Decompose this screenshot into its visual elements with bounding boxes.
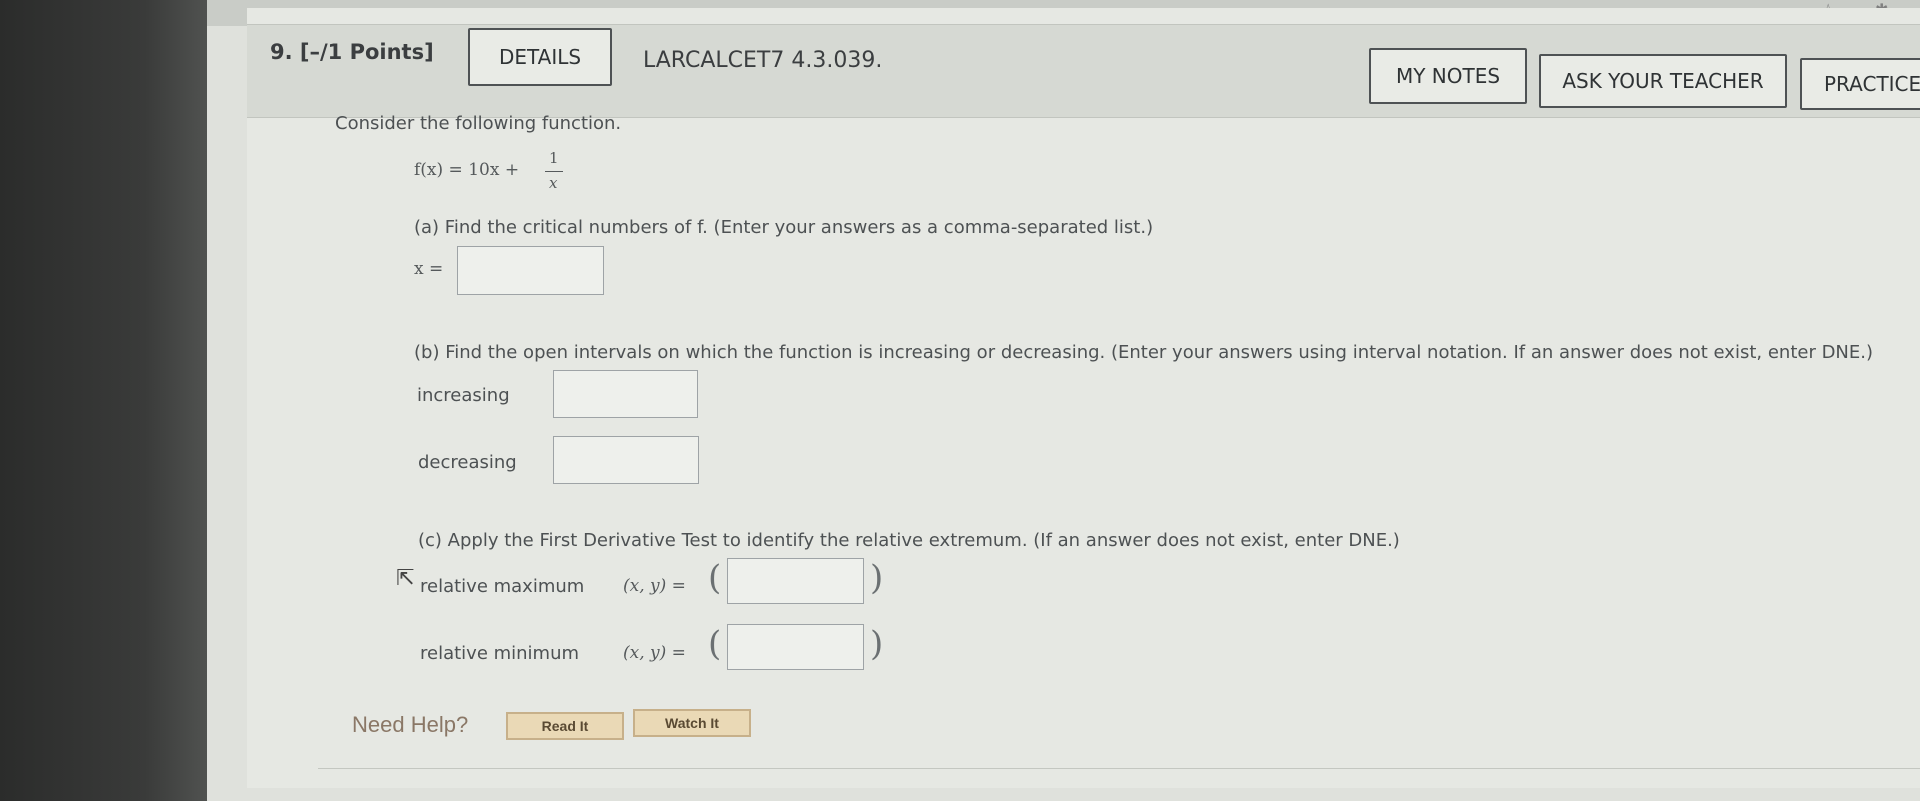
critical-numbers-input[interactable]	[457, 246, 604, 295]
details-button[interactable]: DETAILS	[468, 28, 612, 86]
read-it-button[interactable]: Read It	[506, 712, 624, 740]
relative-minimum-label: relative minimum	[420, 643, 580, 664]
fraction-denominator: x	[549, 174, 558, 192]
need-help-label: Need Help?	[352, 712, 469, 737]
fraction-bar	[545, 171, 563, 172]
question-number: 9. [–/1 Points]	[270, 40, 434, 64]
relative-maximum-label: relative maximum	[420, 576, 585, 597]
increasing-label: increasing	[417, 385, 510, 406]
part-a-prompt: (a) Find the critical numbers of f. (Ent…	[414, 217, 1154, 238]
relative-minimum-xy: (x, y) =	[623, 643, 686, 663]
part-a-label: x =	[414, 259, 444, 279]
relative-maximum-open-paren: (	[708, 558, 722, 598]
relative-maximum-input[interactable]	[727, 558, 864, 604]
function-expression: f(x) = 10x +	[414, 160, 520, 180]
card-divider	[318, 768, 1920, 769]
ask-your-teacher-button[interactable]: ASK YOUR TEACHER	[1539, 54, 1787, 108]
practice-button[interactable]: PRACTICE	[1800, 58, 1920, 110]
relative-minimum-close-paren: )	[870, 624, 884, 664]
increasing-input[interactable]	[553, 370, 698, 418]
relative-minimum-input[interactable]	[727, 624, 864, 670]
question-id: LARCALCET7 4.3.039.	[643, 48, 883, 73]
part-c-prompt: (c) Apply the First Derivative Test to i…	[418, 530, 1400, 551]
relative-maximum-close-paren: )	[870, 558, 884, 598]
decreasing-label: decreasing	[418, 452, 517, 473]
decreasing-input[interactable]	[553, 436, 699, 484]
part-b-prompt: (b) Find the open intervals on which the…	[414, 342, 1874, 363]
arrow-cursor-icon: ⇱	[396, 566, 415, 591]
problem-intro: Consider the following function.	[335, 113, 622, 134]
screen-bezel	[0, 0, 207, 801]
my-notes-button[interactable]: MY NOTES	[1369, 48, 1527, 104]
relative-minimum-open-paren: (	[708, 624, 722, 664]
relative-maximum-xy: (x, y) =	[623, 576, 686, 596]
watch-it-button[interactable]: Watch It	[633, 709, 751, 737]
fraction-numerator: 1	[549, 149, 559, 167]
